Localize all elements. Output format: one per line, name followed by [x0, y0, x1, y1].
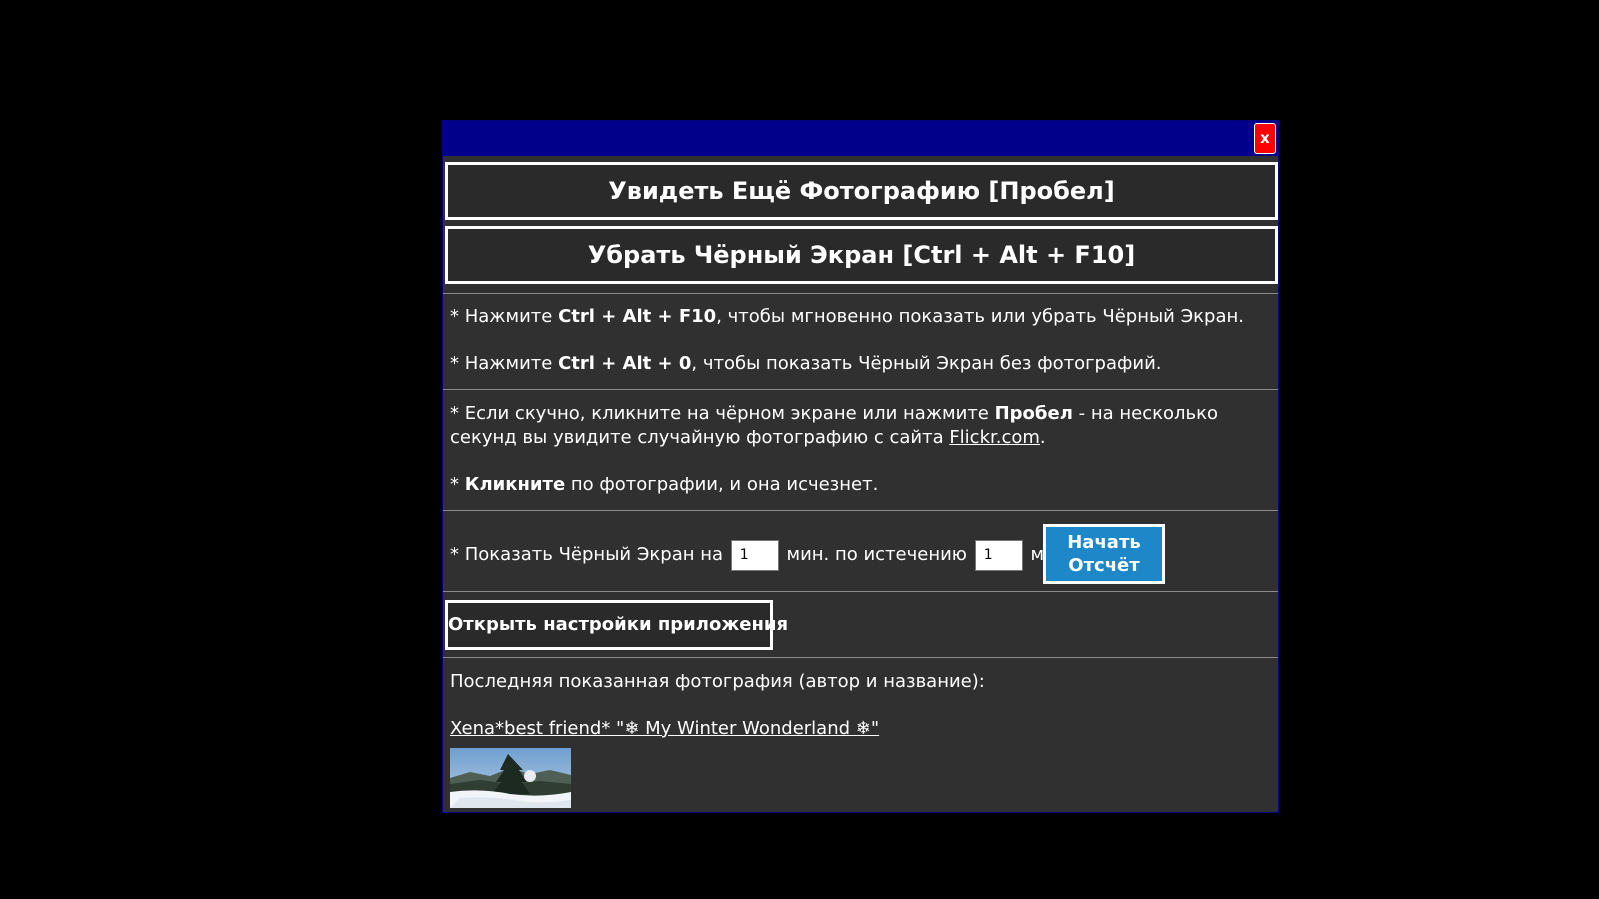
hint-no-photos-shortcut: * Нажмите Ctrl + Alt + 0, чтобы показать…: [450, 352, 1162, 376]
hint-click-photo: * Кликните по фотографии, и она исчезнет…: [450, 473, 878, 497]
delay-minutes-input[interactable]: [974, 539, 1023, 571]
timer-after-label: мин. по истечению: [786, 544, 967, 565]
start-countdown-button[interactable]: Начать Отсчёт: [1043, 524, 1165, 584]
last-photo-link[interactable]: Xena*best friend* "❄ My Winter Wonderlan…: [450, 718, 879, 739]
timer-show-label: * Показать Чёрный Экран на: [450, 544, 724, 565]
timer-row: * Показать Чёрный Экран на мин. по истеч…: [450, 538, 1073, 572]
last-photo-title: Xena*best friend* "❄ My Winter Wonderlan…: [450, 717, 879, 741]
divider: [443, 389, 1278, 390]
divider: [443, 591, 1278, 592]
flickr-link[interactable]: Flickr.com: [949, 427, 1040, 448]
divider: [443, 510, 1278, 511]
shortcut-keys: Пробел: [994, 403, 1073, 424]
shortcut-keys: Ctrl + Alt + F10: [558, 306, 717, 327]
winter-photo-image: [450, 748, 571, 808]
hint-toggle-shortcut: * Нажмите Ctrl + Alt + F10, чтобы мгнове…: [450, 305, 1244, 329]
divider: [443, 657, 1278, 658]
shortcut-keys: Ctrl + Alt + 0: [558, 353, 692, 374]
hint-text: * Нажмите: [450, 353, 559, 374]
hint-text: , чтобы показать Чёрный Экран без фотогр…: [691, 353, 1162, 374]
hint-text: * Нажмите: [450, 306, 559, 327]
start-button-label-line1: Начать: [1067, 532, 1141, 553]
last-photo-thumbnail[interactable]: [450, 748, 571, 808]
open-settings-button[interactable]: Открыть настройки приложения: [445, 600, 788, 650]
close-button[interactable]: x: [1254, 123, 1276, 154]
last-photo-heading: Последняя показанная фотография (автор и…: [450, 671, 985, 692]
hint-text: .: [1039, 427, 1046, 448]
start-button-label-line2: Отсчёт: [1068, 555, 1140, 576]
hint-random-photo: * Если скучно, кликните на чёрном экране…: [450, 402, 1274, 450]
hint-text: по фотографии, и она исчезнет.: [565, 474, 879, 495]
show-minutes-input[interactable]: [730, 539, 779, 571]
hint-text: , чтобы мгновенно показать или убрать Чё…: [716, 306, 1244, 327]
title-bar[interactable]: x: [443, 121, 1278, 156]
hint-text: *: [450, 474, 465, 495]
hint-bold-text: Кликните: [464, 474, 566, 495]
remove-black-screen-button[interactable]: Убрать Чёрный Экран [Ctrl + Alt + F10]: [445, 226, 1278, 284]
divider: [443, 293, 1278, 294]
see-more-photo-button[interactable]: Увидеть Ещё Фотографию [Пробел]: [445, 162, 1278, 220]
hint-text: * Если скучно, кликните на чёрном экране…: [450, 403, 995, 424]
black-screen-dialog: x Увидеть Ещё Фотографию [Пробел] Убрать…: [442, 120, 1279, 813]
